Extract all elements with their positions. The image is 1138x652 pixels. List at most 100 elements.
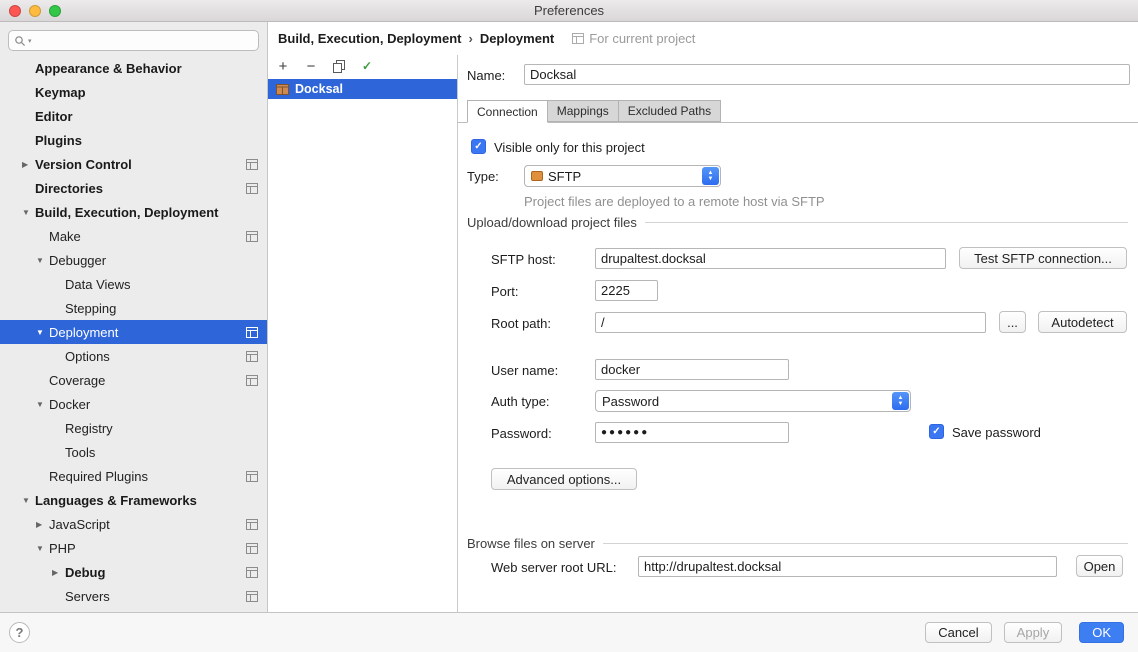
- port-field[interactable]: [595, 280, 658, 301]
- sidebar-item-stepping[interactable]: Stepping: [0, 296, 267, 320]
- cancel-button[interactable]: Cancel: [925, 622, 991, 643]
- server-list-toolbar: + − ✓: [268, 55, 457, 77]
- sidebar-item-required-plugins[interactable]: Required Plugins: [0, 464, 267, 488]
- visible-only-checkbox[interactable]: ✓: [471, 139, 486, 154]
- tab-bar: Connection Mappings Excluded Paths: [458, 100, 1138, 123]
- scope-indicator: For current project: [572, 31, 695, 46]
- sidebar-item-docker[interactable]: ▼Docker: [0, 392, 267, 416]
- type-dropdown[interactable]: SFTP ▲▼: [524, 165, 721, 187]
- apply-button[interactable]: Apply: [1004, 622, 1063, 643]
- sidebar-item-build-execution-deployment[interactable]: ▼Build, Execution, Deployment: [0, 200, 267, 224]
- sidebar-item-directories[interactable]: Directories: [0, 176, 267, 200]
- root-path-field[interactable]: [595, 312, 986, 333]
- type-hint: Project files are deployed to a remote h…: [524, 194, 825, 209]
- sidebar-item-php-servers[interactable]: Servers: [0, 584, 267, 608]
- use-as-default-button[interactable]: ✓: [359, 58, 375, 74]
- test-sftp-connection-button[interactable]: Test SFTP connection...: [959, 247, 1127, 269]
- password-field[interactable]: [595, 422, 789, 443]
- collapse-arrow-icon[interactable]: ▼: [22, 496, 35, 505]
- dropdown-stepper-icon[interactable]: ▲▼: [702, 167, 719, 185]
- settings-sidebar: ▾ Appearance & Behavior Keymap Editor Pl…: [0, 22, 268, 612]
- current-project-icon: [246, 543, 258, 554]
- sidebar-item-languages-frameworks[interactable]: ▼Languages & Frameworks: [0, 488, 267, 512]
- server-list-item[interactable]: Docksal: [268, 79, 457, 99]
- section-divider: [645, 222, 1128, 223]
- auth-type-label: Auth type:: [491, 394, 550, 409]
- tab-excluded-paths[interactable]: Excluded Paths: [618, 100, 721, 122]
- breadcrumb: Build, Execution, Deployment › Deploymen…: [268, 22, 1138, 55]
- upload-section-header: Upload/download project files: [467, 215, 1128, 230]
- user-name-field[interactable]: [595, 359, 789, 380]
- section-divider: [603, 543, 1128, 544]
- search-input[interactable]: [34, 34, 253, 48]
- collapse-arrow-icon[interactable]: ▼: [36, 544, 49, 553]
- collapse-arrow-icon[interactable]: ▼: [36, 256, 49, 265]
- minimize-button[interactable]: [29, 5, 41, 17]
- sidebar-item-debugger[interactable]: ▼Debugger: [0, 248, 267, 272]
- sidebar-item-plugins[interactable]: Plugins: [0, 128, 267, 152]
- collapse-arrow-icon[interactable]: ▼: [22, 208, 35, 217]
- browse-root-path-button[interactable]: ...: [999, 311, 1026, 333]
- expand-arrow-icon[interactable]: ▶: [22, 160, 35, 169]
- collapse-arrow-icon[interactable]: ▼: [36, 400, 49, 409]
- current-project-icon: [246, 159, 258, 170]
- sidebar-item-keymap[interactable]: Keymap: [0, 80, 267, 104]
- remove-server-button[interactable]: −: [303, 58, 319, 74]
- visible-only-label: Visible only for this project: [494, 140, 645, 155]
- web-server-root-url-field[interactable]: [638, 556, 1057, 577]
- name-field[interactable]: [524, 64, 1130, 85]
- autodetect-button[interactable]: Autodetect: [1038, 311, 1127, 333]
- sidebar-item-registry[interactable]: Registry: [0, 416, 267, 440]
- sidebar-item-coverage[interactable]: Coverage: [0, 368, 267, 392]
- current-project-icon: [246, 351, 258, 362]
- open-button[interactable]: Open: [1076, 555, 1123, 577]
- server-list-panel: + − ✓ Docksal: [268, 55, 458, 612]
- sidebar-item-tools[interactable]: Tools: [0, 440, 267, 464]
- current-project-icon: [246, 519, 258, 530]
- dropdown-stepper-icon[interactable]: ▲▼: [892, 392, 909, 410]
- close-button[interactable]: [9, 5, 21, 17]
- search-history-chevron-icon[interactable]: ▾: [28, 37, 32, 45]
- sidebar-item-make[interactable]: Make: [0, 224, 267, 248]
- current-project-icon: [572, 33, 584, 44]
- ok-button[interactable]: OK: [1079, 622, 1124, 643]
- collapse-arrow-icon[interactable]: ▼: [36, 328, 49, 337]
- breadcrumb-separator: ›: [468, 31, 472, 46]
- add-server-button[interactable]: +: [275, 58, 291, 74]
- copy-server-button[interactable]: [331, 58, 347, 74]
- sidebar-item-editor[interactable]: Editor: [0, 104, 267, 128]
- type-value: SFTP: [548, 169, 581, 184]
- check-icon: ✓: [932, 427, 940, 437]
- sftp-host-field[interactable]: [595, 248, 946, 269]
- sidebar-item-version-control[interactable]: ▶Version Control: [0, 152, 267, 176]
- web-server-root-url-label: Web server root URL:: [491, 560, 616, 575]
- sidebar-item-deployment[interactable]: ▼Deployment: [0, 320, 267, 344]
- sidebar-item-javascript[interactable]: ▶JavaScript: [0, 512, 267, 536]
- zoom-button[interactable]: [49, 5, 61, 17]
- sidebar-item-appearance-behavior[interactable]: Appearance & Behavior: [0, 56, 267, 80]
- current-project-icon: [246, 591, 258, 602]
- tab-mappings[interactable]: Mappings: [547, 100, 619, 122]
- server-icon: [276, 84, 289, 95]
- sidebar-item-php-debug[interactable]: ▶Debug: [0, 560, 267, 584]
- auth-type-dropdown[interactable]: Password ▲▼: [595, 390, 911, 412]
- breadcrumb-parent[interactable]: Build, Execution, Deployment: [278, 31, 461, 46]
- expand-arrow-icon[interactable]: ▶: [36, 520, 49, 529]
- browse-section-header: Browse files on server: [467, 536, 1128, 551]
- deployment-form: Name: Connection Mappings Excluded Paths…: [458, 55, 1138, 612]
- expand-arrow-icon[interactable]: ▶: [52, 568, 65, 577]
- settings-search[interactable]: ▾: [8, 30, 259, 51]
- user-name-label: User name:: [491, 363, 558, 378]
- type-label: Type:: [467, 169, 499, 184]
- advanced-options-button[interactable]: Advanced options...: [491, 468, 637, 490]
- sidebar-item-options[interactable]: Options: [0, 344, 267, 368]
- sidebar-item-data-views[interactable]: Data Views: [0, 272, 267, 296]
- scope-label: For current project: [589, 31, 695, 46]
- password-label: Password:: [491, 426, 552, 441]
- save-password-checkbox[interactable]: ✓: [929, 424, 944, 439]
- current-project-icon: [246, 327, 258, 338]
- tab-connection[interactable]: Connection: [467, 100, 548, 123]
- search-icon: [14, 35, 26, 47]
- sidebar-item-php[interactable]: ▼PHP: [0, 536, 267, 560]
- help-button[interactable]: ?: [9, 622, 30, 643]
